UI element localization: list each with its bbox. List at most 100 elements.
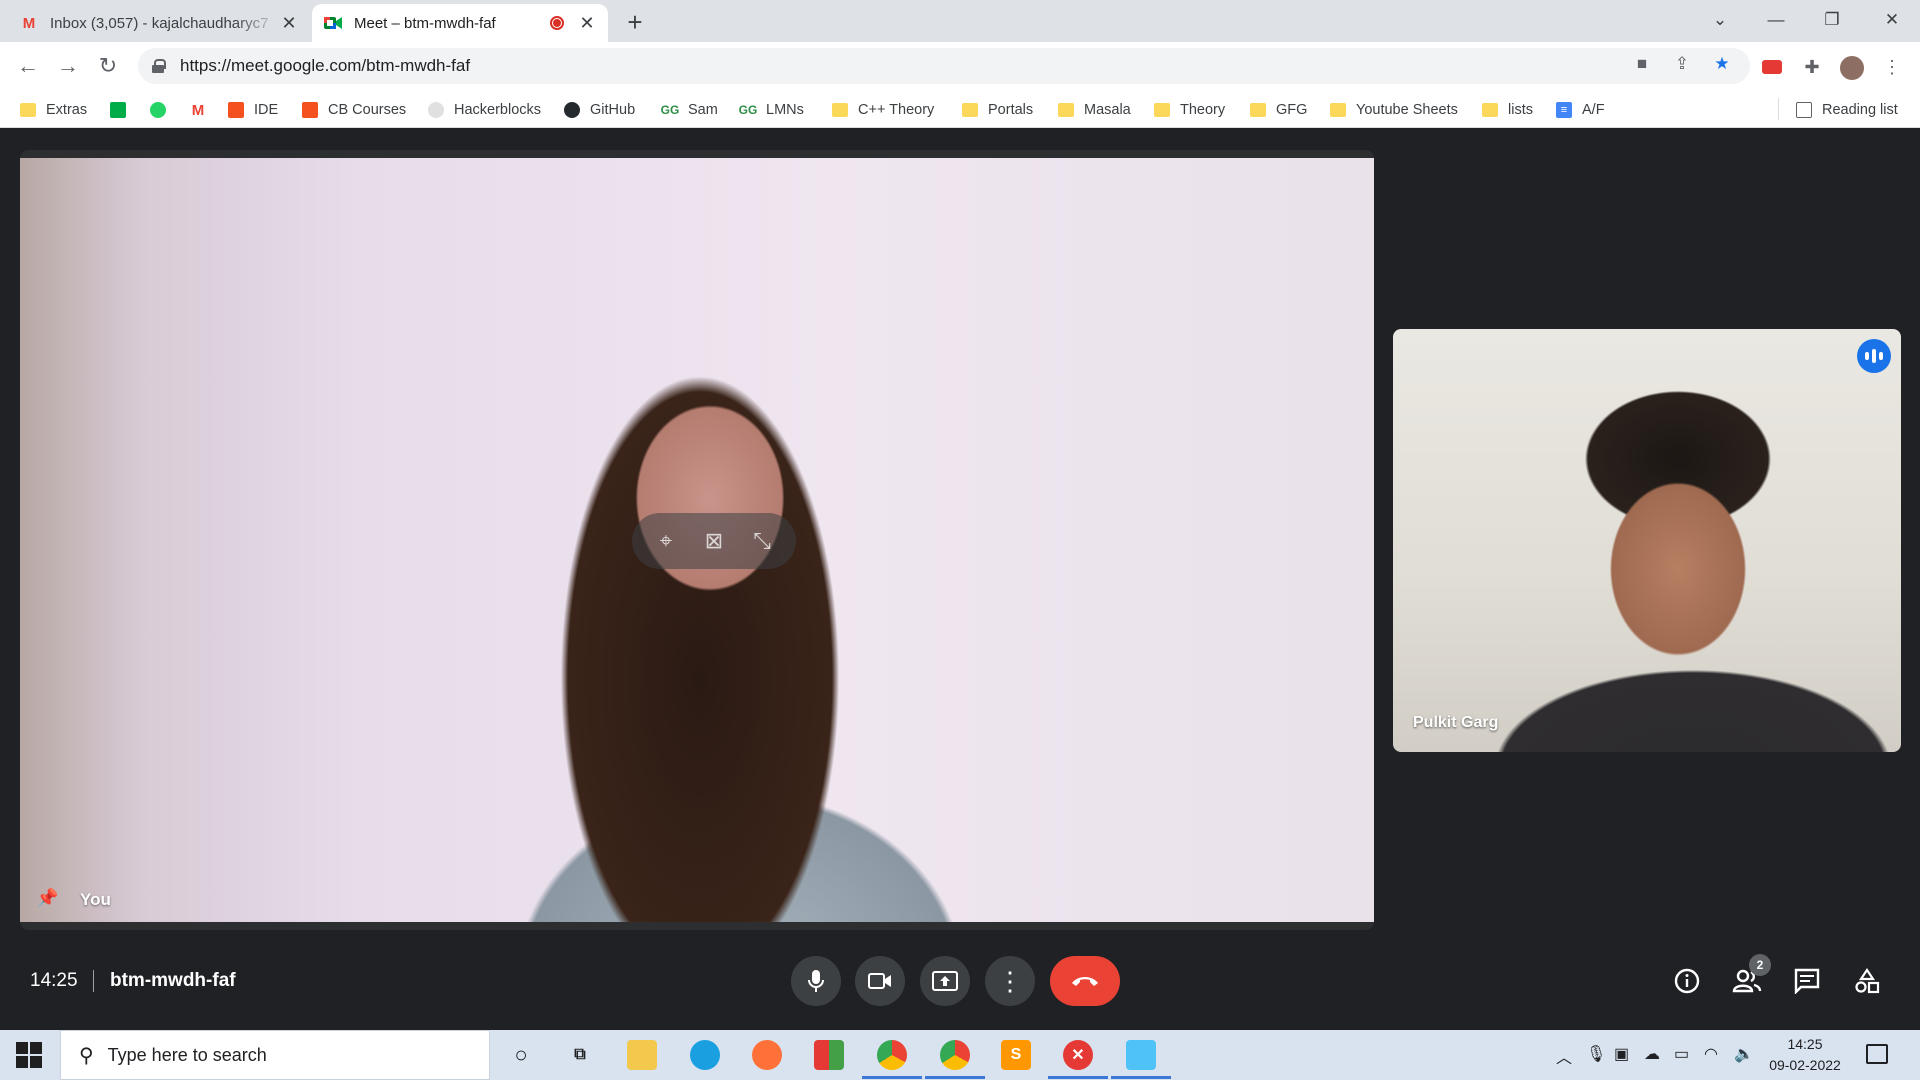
volume-icon[interactable]: 🔈: [1734, 1044, 1754, 1064]
star-icon[interactable]: ★: [1710, 52, 1734, 76]
activities-shapes-icon: [1855, 968, 1880, 994]
restore-icon[interactable]: ❐: [1804, 0, 1860, 42]
taskbar-clock[interactable]: 14:25 09-02-2022: [1760, 1034, 1850, 1076]
show-hidden-icons-icon[interactable]: ︿: [1556, 1044, 1572, 1068]
bookmark-hackerblocks[interactable]: Hackerblocks: [428, 99, 541, 121]
address-bar[interactable]: https://meet.google.com/btm-mwdh-faf: [138, 48, 1750, 84]
info-icon: [1674, 968, 1700, 994]
folder-icon: [1482, 103, 1498, 117]
wifi-icon[interactable]: ◠: [1704, 1044, 1718, 1064]
bookmark-ide[interactable]: IDE: [228, 99, 278, 121]
chat-icon: [1794, 968, 1820, 994]
edge-icon[interactable]: [690, 1040, 720, 1070]
bookmark-sam[interactable]: GG Sam: [661, 99, 718, 121]
profile-avatar[interactable]: [1840, 56, 1864, 80]
minimize-icon[interactable]: —: [1748, 0, 1804, 42]
active-app-indicator: [862, 1076, 922, 1079]
taskbar-search[interactable]: ⚲ Type here to search: [60, 1030, 490, 1080]
close-tab-icon[interactable]: ✕: [280, 13, 298, 34]
meeting-details-button[interactable]: [1670, 964, 1704, 998]
battery-icon[interactable]: ▭: [1674, 1044, 1689, 1064]
minimize-tile-icon[interactable]: ⤡: [747, 528, 777, 554]
onedrive-icon[interactable]: ☁: [1644, 1044, 1660, 1064]
bookmark-gfg[interactable]: GFG: [1250, 99, 1307, 121]
present-button[interactable]: [920, 956, 970, 1006]
reading-list-button[interactable]: Reading list: [1796, 99, 1898, 121]
tab-title: Meet – btm-mwdh-faf: [354, 14, 496, 32]
tab-search-icon[interactable]: ⌄: [1692, 0, 1748, 42]
chat-button[interactable]: [1790, 964, 1824, 998]
pin-icon[interactable]: 📌: [36, 888, 58, 912]
browser-tab-strip: M Inbox (3,057) - kajalchaudharyc7 ✕ Mee…: [0, 0, 1920, 42]
bookmark-label: C++ Theory: [858, 102, 935, 118]
activities-button[interactable]: [1850, 964, 1884, 998]
codingblocks-icon: [228, 102, 244, 118]
forward-arrow-icon[interactable]: →: [52, 50, 84, 82]
camera-button[interactable]: [855, 956, 905, 1006]
bookmark-label: Portals: [988, 102, 1034, 118]
tile-hover-controls: ⌖ ⊠ ⤡: [632, 513, 796, 569]
bookmark-whatsapp[interactable]: [150, 99, 176, 121]
camera-icon[interactable]: ■: [1630, 52, 1654, 76]
chrome-icon[interactable]: [877, 1040, 907, 1070]
participant-tile[interactable]: Pulkit Garg: [1393, 329, 1901, 752]
bookmark-label: Extras: [46, 102, 88, 118]
bookmark-label: CB Courses: [328, 102, 407, 118]
sublime-text-icon[interactable]: S: [1001, 1040, 1031, 1070]
gmail-icon: M: [22, 14, 36, 32]
whatsapp-icon: [150, 102, 166, 118]
github-icon: [564, 102, 580, 118]
bookmark-gmail[interactable]: M: [190, 99, 216, 121]
back-arrow-icon[interactable]: ←: [12, 50, 44, 82]
tab-gmail[interactable]: M Inbox (3,057) - kajalchaudharyc7 ✕: [8, 4, 310, 42]
leave-call-button[interactable]: [1050, 956, 1120, 1006]
close-tab-icon[interactable]: ✕: [578, 13, 596, 34]
app-grid-icon[interactable]: [814, 1040, 844, 1070]
extensions-puzzle-icon[interactable]: ✚: [1800, 56, 1824, 80]
divider: [93, 970, 94, 992]
present-screen-icon: [932, 971, 958, 991]
tray-microphone-icon[interactable]: 🎙: [1586, 1044, 1606, 1064]
tab-meet[interactable]: Meet – btm-mwdh-faf ✕: [312, 4, 608, 42]
bookmark-label: GitHub: [590, 102, 636, 118]
more-vert-icon: ⋮: [997, 965, 1023, 996]
microphone-button[interactable]: [791, 956, 841, 1006]
new-tab-button[interactable]: +: [620, 8, 650, 38]
xampp-icon[interactable]: ✕: [1063, 1040, 1093, 1070]
cortana-icon[interactable]: ○: [506, 1040, 536, 1070]
more-options-button[interactable]: ⋮: [985, 956, 1035, 1006]
gfg-icon: GG: [738, 103, 758, 117]
more-vert-icon[interactable]: ⋮: [1880, 56, 1904, 80]
frame-icon[interactable]: ⊠: [699, 528, 729, 554]
notification-center-icon[interactable]: [1866, 1044, 1888, 1064]
bookmark-meet[interactable]: [110, 99, 136, 121]
windows-start-icon[interactable]: [16, 1042, 42, 1068]
chrome-profile-icon[interactable]: [940, 1040, 970, 1070]
lock-icon[interactable]: [152, 59, 166, 73]
main-video-tile[interactable]: ⌖ ⊠ ⤡ 📌 You: [20, 150, 1374, 930]
file-explorer-icon[interactable]: [627, 1040, 657, 1070]
share-icon[interactable]: ⇪: [1670, 52, 1694, 76]
bookmark-masala[interactable]: Masala: [1058, 99, 1131, 121]
close-window-icon[interactable]: ✕: [1864, 0, 1920, 42]
extension-red-icon[interactable]: [1760, 56, 1784, 80]
reload-icon[interactable]: ↻: [92, 50, 124, 82]
bookmark-af[interactable]: ≡ A/F: [1556, 99, 1605, 121]
snipping-tool-icon[interactable]: [1126, 1040, 1156, 1070]
gmail-icon: M: [190, 101, 206, 119]
bookmark-theory[interactable]: Theory: [1154, 99, 1225, 121]
bookmark-youtube-sheets[interactable]: Youtube Sheets: [1330, 99, 1458, 121]
bookmark-cb-courses[interactable]: CB Courses: [302, 99, 406, 121]
videocam-icon: [868, 973, 891, 989]
bookmark-github[interactable]: GitHub: [564, 99, 635, 121]
pin-off-icon[interactable]: ⌖: [651, 528, 681, 554]
firefox-icon[interactable]: [752, 1040, 782, 1070]
bookmark-portals[interactable]: Portals: [962, 99, 1033, 121]
bookmark-cpp-theory[interactable]: C++ Theory: [832, 99, 934, 121]
bookmark-lists[interactable]: lists: [1482, 99, 1533, 121]
bookmark-extras[interactable]: Extras: [20, 99, 87, 121]
tray-security-icon[interactable]: ▣: [1614, 1044, 1629, 1064]
bookmark-lmns[interactable]: GG LMNs: [738, 99, 804, 121]
docs-icon: ≡: [1556, 102, 1572, 118]
task-view-icon[interactable]: ⧉: [565, 1040, 595, 1070]
